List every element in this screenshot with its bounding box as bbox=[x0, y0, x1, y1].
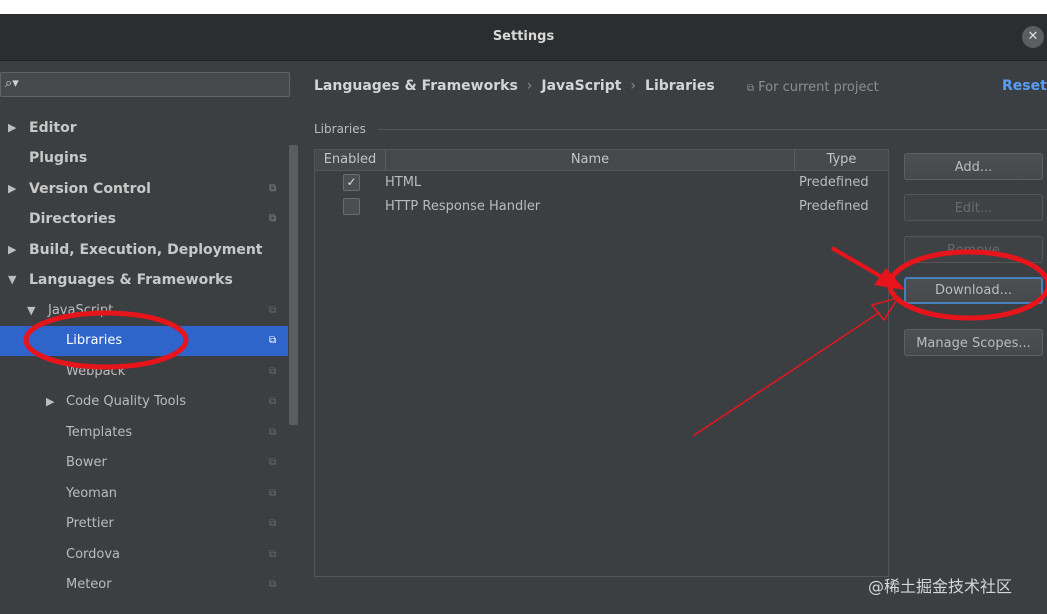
reset-link[interactable]: Reset bbox=[1002, 78, 1047, 94]
library-name: HTML bbox=[385, 175, 422, 190]
breadcrumb-separator: › bbox=[630, 78, 637, 94]
sidebar-item-label: Build, Execution, Deployment bbox=[29, 242, 263, 258]
project-scope-icon: ⧉ bbox=[269, 488, 277, 499]
expand-arrow-icon[interactable]: ▶ bbox=[8, 235, 16, 265]
sidebar-item-label: Directories bbox=[29, 211, 116, 227]
sidebar-item-plugins[interactable]: Plugins bbox=[0, 143, 288, 173]
sidebar-item-label: Yeoman bbox=[66, 486, 118, 501]
project-scope-icon: ⧉ bbox=[269, 549, 277, 560]
remove-button[interactable]: Remove bbox=[904, 236, 1043, 263]
sidebar-item-cordova[interactable]: Cordova ⧉ bbox=[0, 540, 288, 570]
sidebar-item-templates[interactable]: Templates ⧉ bbox=[0, 418, 288, 448]
project-scope-icon: ⧉ bbox=[269, 213, 277, 224]
libraries-table: Enabled Name Type ✓ HTML Predefined HTTP… bbox=[314, 149, 889, 577]
scope-hint: ⧉ For current project bbox=[747, 80, 879, 95]
sidebar-item-label: Prettier bbox=[66, 516, 114, 531]
project-scope-icon: ⧉ bbox=[269, 183, 277, 194]
library-type: Predefined bbox=[799, 175, 869, 190]
breadcrumb-javascript: JavaScript bbox=[541, 78, 622, 94]
sidebar-item-label: Meteor bbox=[66, 577, 112, 592]
search-input[interactable] bbox=[25, 75, 289, 96]
sidebar-item-label: Code Quality Tools bbox=[66, 394, 187, 409]
sidebar-item-prettier[interactable]: Prettier ⧉ bbox=[0, 509, 288, 539]
sidebar-item-languages-frameworks[interactable]: ▼ Languages & Frameworks bbox=[0, 265, 288, 295]
sidebar-item-yeoman[interactable]: Yeoman ⧉ bbox=[0, 479, 288, 509]
project-scope-icon: ⧉ bbox=[269, 366, 277, 377]
collapse-arrow-icon[interactable]: ▼ bbox=[8, 265, 16, 295]
sidebar-item-label: Cordova bbox=[66, 547, 121, 562]
add-button[interactable]: Add... bbox=[904, 153, 1043, 180]
top-strip bbox=[0, 0, 1047, 14]
sidebar-item-javascript[interactable]: ▼ JavaScript ⧉ bbox=[0, 296, 288, 326]
column-name[interactable]: Name bbox=[386, 150, 795, 170]
sidebar-item-label: JavaScript bbox=[48, 303, 114, 318]
table-header: Enabled Name Type bbox=[315, 150, 888, 171]
libraries-group-label: Libraries bbox=[314, 122, 366, 136]
sidebar-item-editor[interactable]: ▶ Editor bbox=[0, 113, 288, 143]
sidebar-item-label: Plugins bbox=[29, 150, 88, 166]
library-type: Predefined bbox=[799, 199, 869, 214]
sidebar-item-libraries[interactable]: Libraries ⧉ bbox=[0, 326, 288, 356]
column-type[interactable]: Type bbox=[795, 150, 888, 170]
project-scope-icon: ⧉ bbox=[269, 579, 277, 590]
sidebar-item-build[interactable]: ▶ Build, Execution, Deployment bbox=[0, 235, 288, 265]
expand-arrow-icon[interactable]: ▶ bbox=[8, 113, 16, 143]
breadcrumb-libraries: Libraries bbox=[645, 78, 715, 94]
column-enabled[interactable]: Enabled bbox=[315, 150, 386, 170]
watermark: @稀土掘金技术社区 bbox=[868, 577, 1013, 596]
breadcrumb: Languages & Frameworks › JavaScript › Librar… bbox=[314, 78, 715, 94]
expand-arrow-icon[interactable]: ▶ bbox=[46, 387, 54, 417]
window-title: Settings bbox=[492, 29, 555, 44]
enabled-checkbox[interactable] bbox=[343, 198, 360, 215]
sidebar-item-version-control[interactable]: ▶ Version Control ⧉ bbox=[0, 174, 288, 204]
title-bar: Settings ✕ bbox=[0, 14, 1047, 61]
project-scope-icon: ⧉ bbox=[747, 83, 755, 94]
edit-button[interactable]: Edit... bbox=[904, 194, 1043, 221]
sidebar-item-label: Webpack bbox=[66, 364, 126, 379]
search-field[interactable]: ⌕▾ bbox=[0, 72, 290, 97]
project-scope-icon: ⧉ bbox=[269, 518, 277, 529]
group-divider bbox=[378, 129, 1047, 130]
project-scope-icon: ⧉ bbox=[269, 305, 277, 316]
sidebar-item-label: Templates bbox=[66, 425, 133, 440]
project-scope-icon: ⧉ bbox=[269, 335, 277, 346]
enabled-checkbox[interactable]: ✓ bbox=[343, 174, 360, 191]
sidebar: ⌕▾ ▶ Editor Plugins ▶ Version Control ⧉ … bbox=[0, 61, 300, 614]
sidebar-item-label: Libraries bbox=[66, 333, 123, 348]
sidebar-item-meteor[interactable]: Meteor ⧉ bbox=[0, 570, 288, 600]
library-name: HTTP Response Handler bbox=[385, 199, 541, 214]
sidebar-item-webpack[interactable]: Webpack ⧉ bbox=[0, 357, 288, 387]
expand-arrow-icon[interactable]: ▶ bbox=[8, 174, 16, 204]
sidebar-item-label: Version Control bbox=[29, 181, 151, 197]
download-button[interactable]: Download... bbox=[904, 277, 1043, 304]
scope-label: For current project bbox=[758, 80, 879, 95]
breadcrumb-languages: Languages & Frameworks bbox=[314, 78, 518, 94]
sidebar-item-label: Languages & Frameworks bbox=[29, 272, 233, 288]
breadcrumb-separator: › bbox=[526, 78, 533, 94]
sidebar-item-label: Editor bbox=[29, 120, 77, 136]
close-icon[interactable]: ✕ bbox=[1022, 26, 1044, 48]
project-scope-icon: ⧉ bbox=[269, 457, 277, 468]
sidebar-item-directories[interactable]: Directories ⧉ bbox=[0, 204, 288, 234]
sidebar-item-bower[interactable]: Bower ⧉ bbox=[0, 448, 288, 478]
sidebar-item-label: Bower bbox=[66, 455, 107, 470]
project-scope-icon: ⧉ bbox=[269, 427, 277, 438]
settings-content: Languages & Frameworks › JavaScript › Librar… bbox=[300, 61, 1047, 614]
collapse-arrow-icon[interactable]: ▼ bbox=[27, 296, 35, 326]
project-scope-icon: ⧉ bbox=[269, 396, 277, 407]
sidebar-item-code-quality-tools[interactable]: ▶ Code Quality Tools ⧉ bbox=[0, 387, 288, 417]
sidebar-scrollbar[interactable] bbox=[289, 145, 298, 425]
search-icon: ⌕▾ bbox=[5, 76, 19, 91]
table-row[interactable]: HTTP Response Handler Predefined bbox=[315, 195, 888, 219]
table-row[interactable]: ✓ HTML Predefined bbox=[315, 171, 888, 195]
manage-scopes-button[interactable]: Manage Scopes... bbox=[904, 329, 1043, 356]
